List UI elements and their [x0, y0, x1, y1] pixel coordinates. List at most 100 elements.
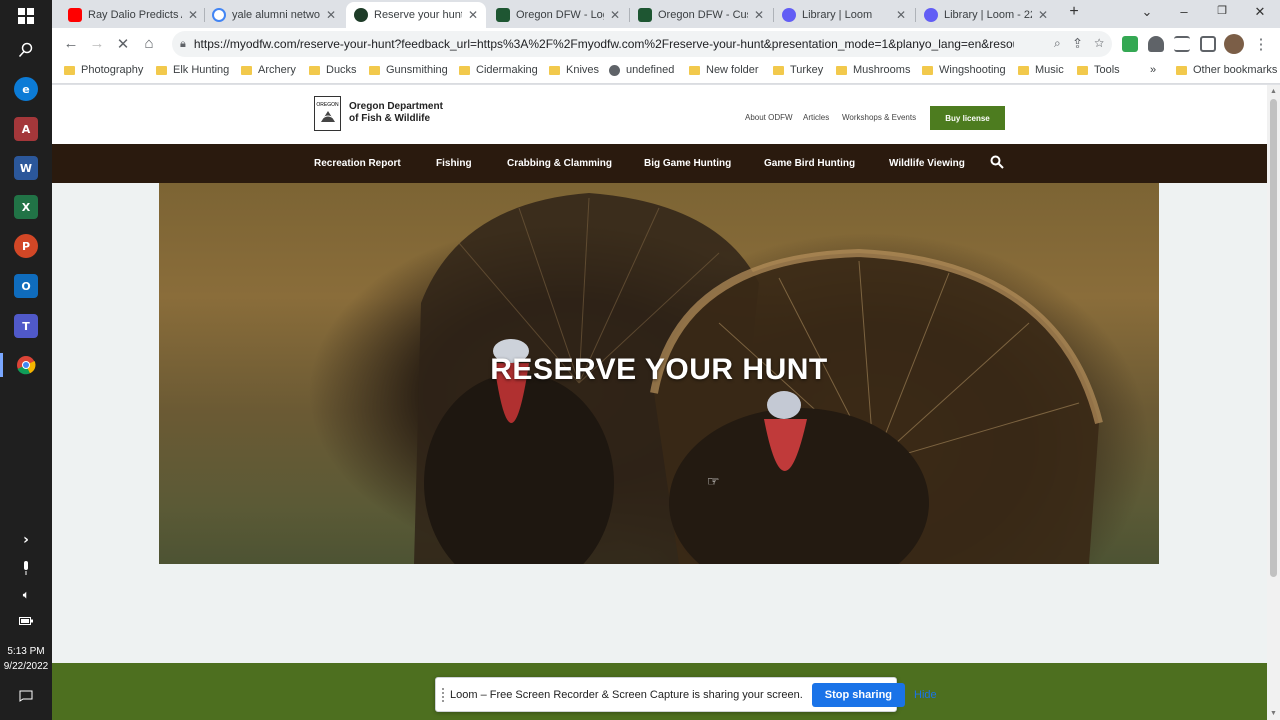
close-tab-icon[interactable]: ✕ [326, 8, 336, 22]
search-icon[interactable] [14, 38, 38, 62]
notification-icon[interactable] [14, 684, 38, 708]
bookmark-tools[interactable]: Tools [1077, 64, 1120, 76]
tab-search-icon[interactable]: ⌄ [1137, 4, 1157, 20]
scroll-up-icon[interactable]: ▲ [1270, 88, 1277, 95]
edge-browser-icon[interactable]: e [14, 77, 38, 101]
powerpoint-app-icon[interactable]: P [14, 234, 38, 258]
folder-icon [459, 65, 470, 75]
bookmark-new-folder[interactable]: New folder [689, 64, 759, 76]
buy-license-button[interactable]: Buy license [930, 106, 1005, 130]
outlook-app-icon[interactable]: O [14, 274, 38, 298]
chevron-right-icon[interactable]: › [14, 528, 38, 552]
odfw-logo[interactable]: OREGON [314, 96, 341, 131]
scrollbar-thumb[interactable] [1270, 99, 1277, 577]
bookmarks-bar: Photography Elk Hunting Archery Ducks Gu… [52, 60, 1280, 84]
bookmark-label: Archery [258, 64, 296, 76]
stop-loading-icon[interactable]: ✕ [114, 35, 132, 53]
tab-title: Oregon DFW - Logi [516, 9, 604, 21]
page-scrollbar[interactable]: ▲ ▼ [1267, 85, 1280, 720]
bookmark-music[interactable]: Music [1018, 64, 1064, 76]
tab-oregon-dfw-customer[interactable]: Oregon DFW - Cust ✕ [630, 2, 772, 28]
tab-title: Library | Loom - 22 [944, 9, 1032, 21]
extension-plus-icon[interactable] [1122, 36, 1138, 52]
microphone-icon[interactable] [14, 556, 38, 580]
bookmarks-overflow-button[interactable]: » [1150, 64, 1156, 76]
address-bar[interactable]: 🔒︎ https://myodfw.com/reserve-your-hunt?… [172, 31, 1112, 57]
nav-big-game-hunting[interactable]: Big Game Hunting [644, 158, 731, 169]
bookmark-mushrooms[interactable]: Mushrooms [836, 64, 910, 76]
site-search-icon[interactable] [990, 155, 1004, 169]
url-text[interactable]: https://myodfw.com/reserve-your-hunt?fee… [194, 37, 1014, 51]
excel-app-icon[interactable]: X [14, 195, 38, 219]
reading-list-icon[interactable] [1174, 36, 1190, 52]
bookmark-knives[interactable]: Knives [549, 64, 599, 76]
tab-oregon-dfw-login[interactable]: Oregon DFW - Logi ✕ [488, 2, 628, 28]
battery-icon[interactable] [14, 609, 38, 633]
bookmark-label: Ducks [326, 64, 357, 76]
close-tab-icon[interactable]: ✕ [754, 8, 764, 22]
tab-title: Ray Dalio Predicts A [88, 9, 182, 21]
tab-reserve-your-hunt[interactable]: Reserve your hunt | ✕ [346, 2, 486, 28]
zoom-icon[interactable]: ⌕ [1054, 36, 1061, 50]
drag-handle-icon[interactable] [442, 687, 444, 702]
more-menu-icon[interactable]: ⋮ [1252, 35, 1270, 53]
clock-date[interactable]: 9/22/2022 [0, 660, 52, 673]
tab-ray-dalio[interactable]: Ray Dalio Predicts A ✕ [60, 2, 206, 28]
close-window-icon[interactable]: ✕ [1250, 4, 1270, 20]
tab-library-loom-22[interactable]: Library | Loom - 22 ✕ [916, 2, 1056, 28]
word-app-icon[interactable]: W [14, 156, 38, 180]
minimize-icon[interactable]: – [1174, 4, 1194, 19]
speaker-icon[interactable]: 🔈︎ [14, 583, 38, 607]
nav-game-bird-hunting[interactable]: Game Bird Hunting [764, 158, 855, 169]
access-app-icon[interactable]: A [14, 117, 38, 141]
close-tab-icon[interactable]: ✕ [188, 8, 198, 22]
tab-title: yale alumni network [232, 9, 320, 21]
bookmark-ducks[interactable]: Ducks [309, 64, 357, 76]
bookmark-other-bookmarks[interactable]: Other bookmarks [1176, 64, 1277, 76]
bookmark-star-icon[interactable]: ☆ [1094, 36, 1104, 50]
workshops-events-link[interactable]: Workshops & Events [842, 113, 916, 122]
chrome-app-icon[interactable] [14, 353, 38, 377]
close-tab-icon[interactable]: ✕ [610, 8, 620, 22]
site-logo-text[interactable]: Oregon Department of Fish & Wildlife [349, 101, 443, 125]
stop-sharing-button[interactable]: Stop sharing [811, 682, 906, 707]
bookmark-gunsmithing[interactable]: Gunsmithing [369, 64, 448, 76]
bookmark-archery[interactable]: Archery [241, 64, 296, 76]
side-panel-icon[interactable] [1200, 36, 1216, 52]
clock-time[interactable]: 5:13 PM [0, 645, 52, 658]
close-tab-icon[interactable]: ✕ [896, 8, 906, 22]
bookmark-wingshooting[interactable]: Wingshooting [922, 64, 1006, 76]
forward-icon[interactable]: → [88, 35, 106, 52]
main-navigation: Recreation Report Fishing Crabbing & Cla… [52, 144, 1267, 183]
nav-fishing[interactable]: Fishing [436, 158, 472, 169]
windows-start-icon[interactable] [14, 4, 38, 28]
about-odfw-link[interactable]: About ODFW [745, 113, 793, 122]
bookmark-undefined[interactable]: undefined [609, 64, 674, 76]
articles-link[interactable]: Articles [803, 113, 829, 122]
profile-avatar[interactable] [1224, 34, 1244, 54]
new-tab-button[interactable]: + [1064, 3, 1084, 21]
bookmark-label: New folder [706, 64, 759, 76]
back-icon[interactable]: ← [62, 35, 80, 52]
bookmark-elk-hunting[interactable]: Elk Hunting [156, 64, 229, 76]
restore-icon[interactable]: ❐ [1212, 4, 1232, 17]
tab-yale-alumni[interactable]: yale alumni network ✕ [204, 2, 344, 28]
tab-library-loom[interactable]: Library | Loom ✕ [774, 2, 914, 28]
bookmark-photography[interactable]: Photography [64, 64, 143, 76]
scroll-down-icon[interactable]: ▼ [1270, 710, 1277, 717]
home-icon[interactable]: ⌂ [140, 35, 158, 52]
share-icon[interactable]: ⇪ [1074, 36, 1081, 50]
close-tab-icon[interactable]: ✕ [468, 8, 478, 22]
nav-wildlife-viewing[interactable]: Wildlife Viewing [889, 158, 965, 169]
extensions-puzzle-icon[interactable] [1148, 36, 1164, 52]
bookmark-cidermaking[interactable]: Cidermaking [459, 64, 538, 76]
bookmark-turkey[interactable]: Turkey [773, 64, 823, 76]
teams-app-icon[interactable]: T [14, 314, 38, 338]
nav-crabbing-clamming[interactable]: Crabbing & Clamming [507, 158, 612, 169]
lock-icon[interactable]: 🔒︎ [180, 38, 186, 51]
close-tab-icon[interactable]: ✕ [1038, 8, 1048, 22]
nav-recreation-report[interactable]: Recreation Report [314, 158, 401, 169]
hero-title: RESERVE YOUR HUNT [490, 353, 828, 386]
hide-button[interactable]: Hide [914, 689, 937, 701]
windows-taskbar: e A W X P O T › 🔈︎ 5:13 PM 9/22/2022 [0, 0, 52, 720]
